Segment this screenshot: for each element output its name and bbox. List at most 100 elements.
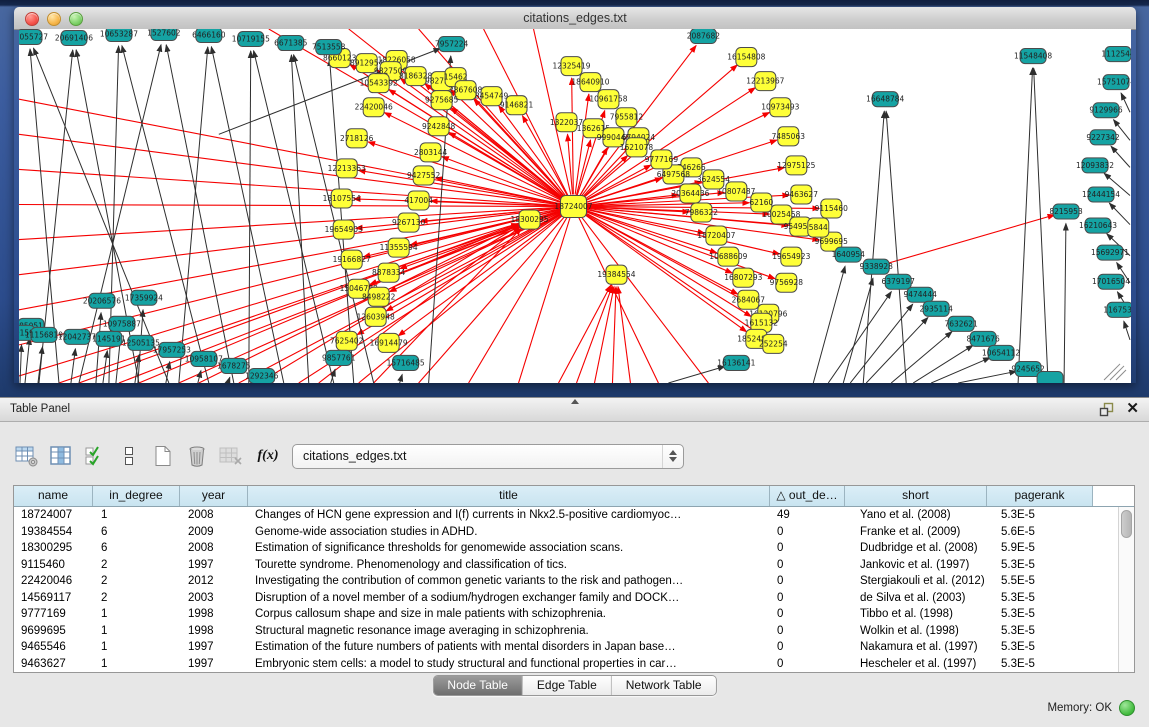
graph-node[interactable] <box>1103 75 1129 90</box>
graph-node[interactable] <box>128 335 154 350</box>
graph-node[interactable] <box>481 87 502 106</box>
table-selector-dropdown[interactable]: citations_edges.txt <box>292 444 684 469</box>
resize-grip-icon[interactable] <box>1116 370 1126 380</box>
graph-node[interactable] <box>718 247 739 266</box>
table-panel-header[interactable]: Table Panel ✕ <box>0 397 1149 422</box>
graph-edge-red[interactable] <box>612 287 616 383</box>
graph-node[interactable] <box>580 73 601 92</box>
graph-node[interactable] <box>346 129 367 148</box>
graph-node[interactable] <box>341 250 362 269</box>
show-columns-button[interactable] <box>47 443 74 470</box>
graph-node[interactable] <box>733 268 754 287</box>
graph-node[interactable] <box>333 220 354 239</box>
graph-node[interactable] <box>1053 204 1079 219</box>
graph-edge-black[interactable] <box>249 51 251 383</box>
graph-edge-black[interactable] <box>20 345 22 383</box>
graph-node[interactable] <box>771 205 792 224</box>
graph-node[interactable] <box>455 81 476 100</box>
graph-edge-red[interactable] <box>199 225 519 383</box>
graph-node[interactable] <box>691 203 712 222</box>
graph-node[interactable] <box>776 273 797 292</box>
graph-node[interactable] <box>736 48 757 67</box>
graph-node[interactable] <box>786 156 807 175</box>
graph-node[interactable] <box>791 185 812 204</box>
graph-node[interactable] <box>388 238 409 257</box>
graph-edge-red[interactable] <box>419 216 566 383</box>
graph-node[interactable] <box>1107 302 1131 317</box>
citation-network-graph[interactable]: 1872400718300295866012389129541822605898… <box>19 29 1131 383</box>
vertical-scrollbar[interactable] <box>1118 507 1134 672</box>
graph-node[interactable] <box>408 191 429 210</box>
table-mode-button[interactable] <box>13 443 40 470</box>
graph-edge-red[interactable] <box>559 285 611 383</box>
graph-node[interactable] <box>561 195 587 217</box>
table-row[interactable]: 977716911998Corpus callosum shape and si… <box>14 606 1118 623</box>
graph-edge-black[interactable] <box>122 46 209 383</box>
graph-edge-black[interactable] <box>1034 68 1048 383</box>
graph-node[interactable] <box>151 29 177 41</box>
graph-node[interactable] <box>405 67 426 86</box>
graph-node[interactable] <box>278 36 304 51</box>
graph-node[interactable] <box>872 92 898 107</box>
graph-node[interactable] <box>331 189 352 208</box>
graph-edge-black[interactable] <box>38 347 43 383</box>
table-row[interactable]: 1872400712008Changes of HCN gene express… <box>14 507 1118 524</box>
graph-edge-black[interactable] <box>1121 93 1130 112</box>
table-row[interactable]: 1938455462009Genome-wide association stu… <box>14 524 1118 541</box>
column-header-year[interactable]: year <box>180 486 248 506</box>
row-options-button[interactable] <box>115 443 142 470</box>
graph-node[interactable] <box>626 138 647 157</box>
graph-node[interactable] <box>106 29 132 42</box>
scrollbar-thumb[interactable] <box>1121 510 1132 538</box>
network-window-titlebar[interactable]: citations_edges.txt <box>14 7 1136 30</box>
graph-node[interactable] <box>336 331 357 350</box>
graph-node[interactable] <box>316 40 342 55</box>
function-builder-button[interactable]: f(x) <box>251 443 285 470</box>
graph-node[interactable] <box>131 290 157 305</box>
graph-edge-black[interactable] <box>179 47 208 383</box>
graph-node[interactable] <box>19 30 42 45</box>
graph-node[interactable] <box>1105 47 1131 62</box>
graph-node[interactable] <box>835 247 861 262</box>
close-panel-icon[interactable]: ✕ <box>1126 401 1139 417</box>
graph-node[interactable] <box>96 331 122 346</box>
graph-node[interactable] <box>413 166 434 185</box>
graph-edge-red[interactable] <box>618 287 630 383</box>
graph-node[interactable] <box>616 108 637 127</box>
graph-node[interactable] <box>1088 187 1114 202</box>
float-window-icon[interactable] <box>1099 402 1114 417</box>
graph-edge-black[interactable] <box>931 358 990 383</box>
graph-edge-black[interactable] <box>843 278 873 383</box>
graph-node[interactable] <box>378 333 399 352</box>
graph-node[interactable] <box>606 265 627 284</box>
graph-node[interactable] <box>1093 103 1119 118</box>
graph-edge-red[interactable] <box>419 29 566 197</box>
graph-node[interactable] <box>1020 49 1046 64</box>
graph-node[interactable] <box>1097 245 1123 260</box>
graph-node[interactable] <box>948 316 974 331</box>
graph-node[interactable] <box>348 279 369 298</box>
panel-splitter-grip[interactable] <box>571 399 579 404</box>
graph-edge-black[interactable] <box>25 338 30 383</box>
table-row[interactable]: 911546021997Tourette syndrome. Phenomeno… <box>14 557 1118 574</box>
graph-node[interactable] <box>907 287 933 302</box>
graph-node[interactable] <box>863 259 889 274</box>
graph-node[interactable] <box>1085 218 1111 233</box>
graph-node[interactable] <box>159 342 185 357</box>
graph-node[interactable] <box>428 117 449 136</box>
table-row[interactable]: 1830029562008Estimation of significance … <box>14 540 1118 557</box>
graph-edge-black[interactable] <box>866 318 928 383</box>
column-header-short[interactable]: short <box>845 486 987 506</box>
graph-node[interactable] <box>378 263 399 282</box>
graph-node[interactable] <box>763 334 784 353</box>
graph-node[interactable] <box>988 345 1014 360</box>
graph-node[interactable] <box>191 351 217 366</box>
graph-node[interactable] <box>556 113 577 132</box>
graph-edge-black[interactable] <box>1018 68 1032 383</box>
network-view-canvas[interactable]: 1872400718300295866012389129541822605898… <box>19 29 1131 383</box>
graph-node[interactable] <box>336 159 357 178</box>
graph-edge-black[interactable] <box>166 45 234 383</box>
graph-node[interactable] <box>368 74 389 93</box>
graph-edge-red[interactable] <box>19 208 562 275</box>
graph-edge-black[interactable] <box>1124 321 1130 340</box>
